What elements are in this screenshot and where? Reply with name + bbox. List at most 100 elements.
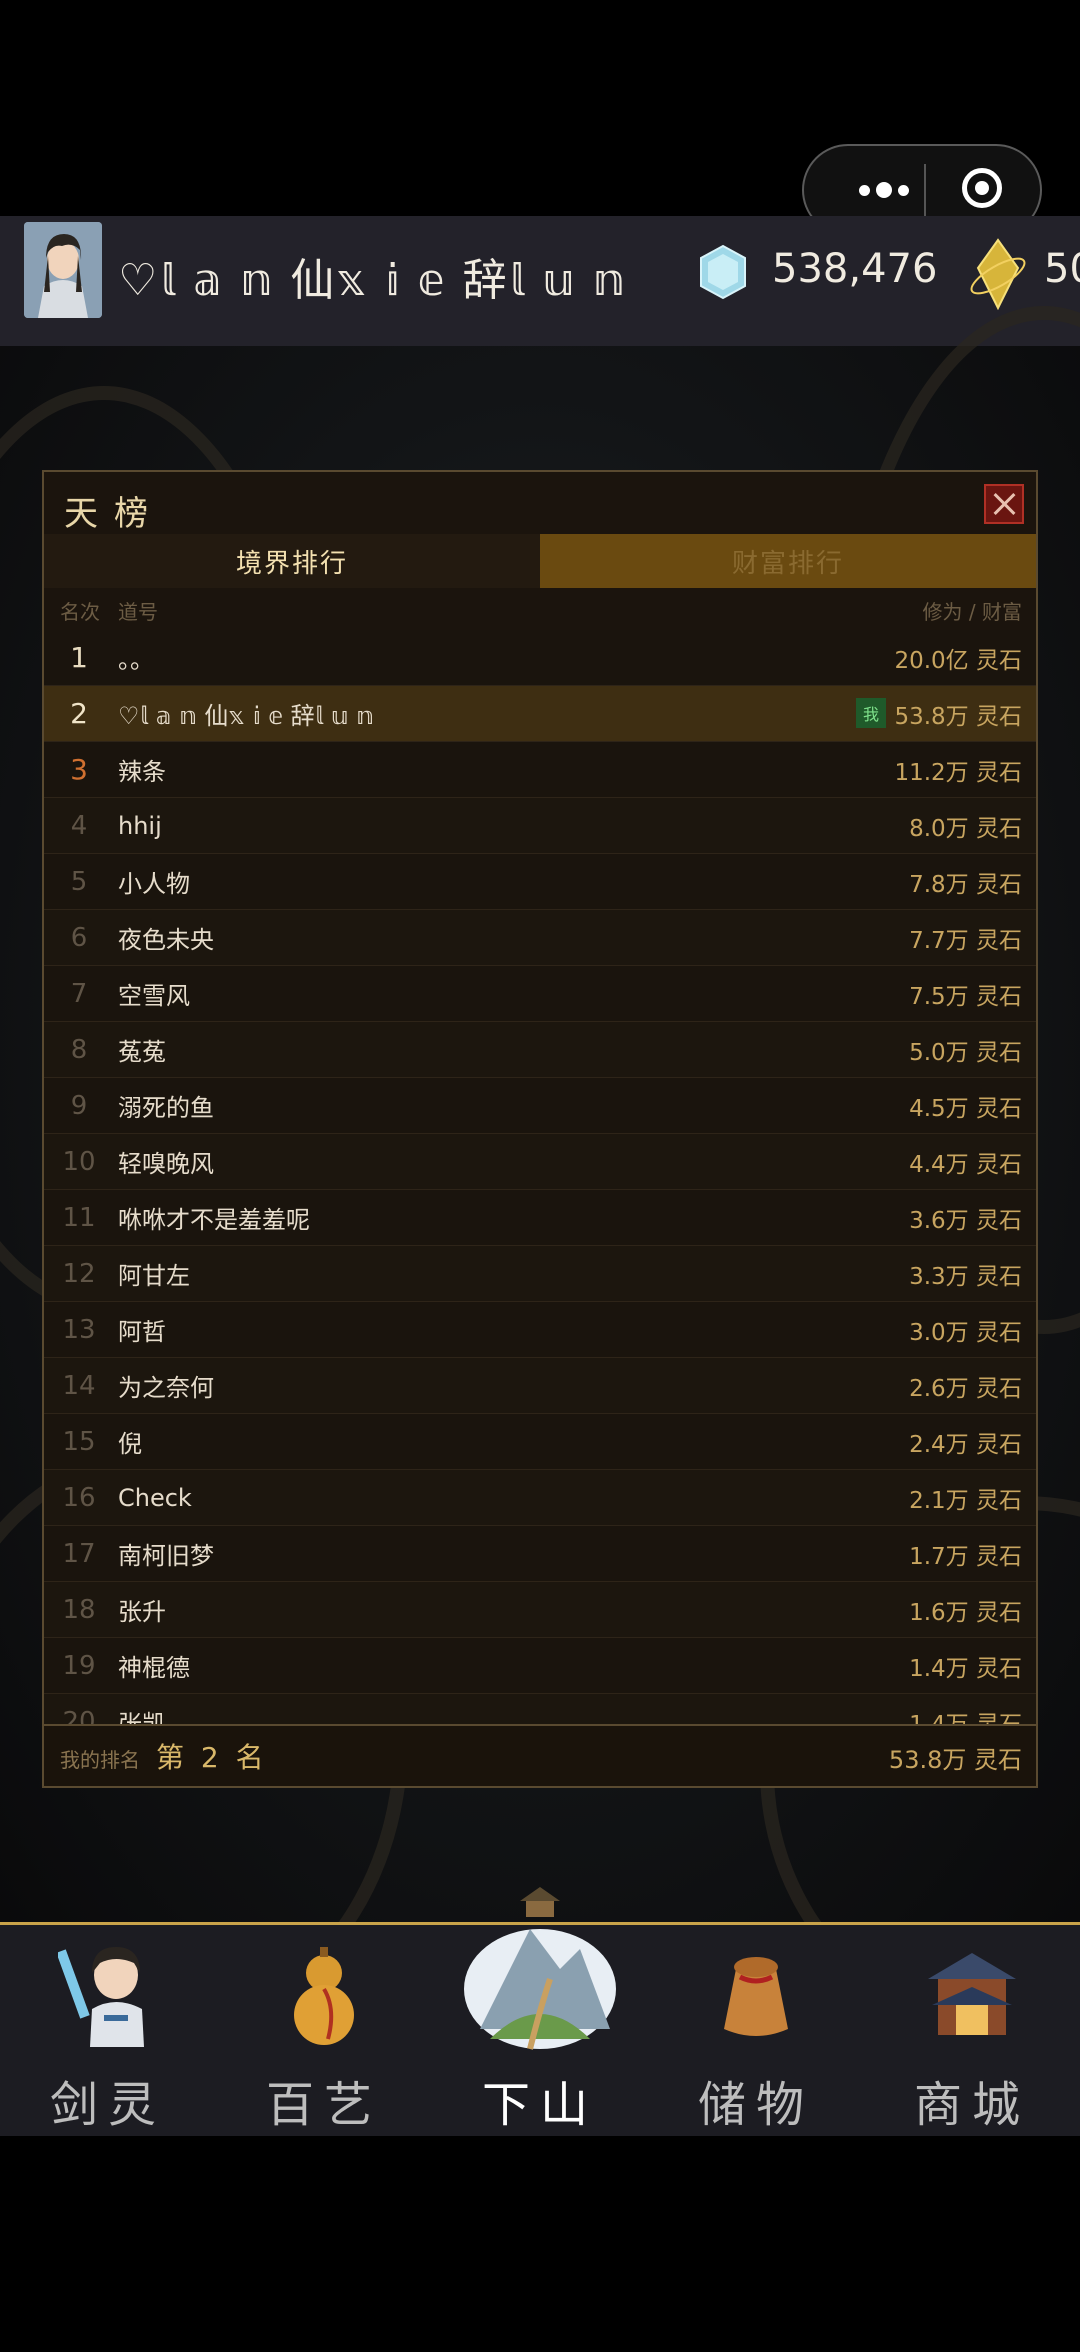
ranking-row[interactable]: 12 阿甘左 3.3万 灵石 bbox=[44, 1246, 1036, 1302]
gold-crystal-count: 50 bbox=[1044, 246, 1080, 292]
ranking-row[interactable]: 10 轻嗅晚风 4.4万 灵石 bbox=[44, 1134, 1036, 1190]
ranking-row[interactable]: 3 辣条 11.2万 灵石 bbox=[44, 742, 1036, 798]
panel-title: 天榜 bbox=[64, 494, 164, 534]
player-name: ♡𝕝 𝕒 𝕟 仙𝕩 𝕚 𝕖 辞𝕝 𝕦 𝕟 bbox=[118, 702, 374, 730]
rank-number: 12 bbox=[62, 1258, 96, 1289]
my-rank-value: 第 2 名 bbox=[156, 1741, 268, 1774]
nav-label: 下山 bbox=[481, 2077, 598, 2133]
rank-number: 2 bbox=[70, 697, 88, 730]
sword-spirit-icon bbox=[58, 1947, 144, 2047]
nav-item-shop[interactable]: 商城 bbox=[864, 1925, 1080, 2139]
player-name: 为之奈何 bbox=[118, 1374, 214, 1402]
nav-label: 商城 bbox=[913, 2077, 1030, 2133]
bag-icon bbox=[724, 1957, 788, 2036]
ranking-row[interactable]: 8 菟菟 5.0万 灵石 bbox=[44, 1022, 1036, 1078]
player-score: 7.5万 灵石 bbox=[909, 983, 1022, 1010]
ranking-list: 1 。。 20.0亿 灵石 2 ♡𝕝 𝕒 𝕟 仙𝕩 𝕚 𝕖 辞𝕝 𝕦 𝕟 我 53.8万 … bbox=[44, 630, 1036, 1750]
my-rank-label: 我的排名 bbox=[60, 1748, 140, 1772]
rank-number: 17 bbox=[62, 1538, 96, 1569]
player-name: Check bbox=[118, 1483, 192, 1512]
column-name: 道号 bbox=[118, 599, 158, 624]
player-name: 溺死的鱼 bbox=[118, 1094, 214, 1122]
ranking-row[interactable]: 17 南柯旧梦 1.7万 灵石 bbox=[44, 1526, 1036, 1582]
player-name: 辣条 bbox=[118, 758, 166, 786]
ranking-row-me[interactable]: 2 ♡𝕝 𝕒 𝕟 仙𝕩 𝕚 𝕖 辞𝕝 𝕦 𝕟 我 53.8万 灵石 bbox=[44, 686, 1036, 742]
player-score: 2.6万 灵石 bbox=[909, 1375, 1022, 1402]
nav-item-sword-spirit[interactable]: 剑灵 bbox=[0, 1925, 216, 2139]
rank-number: 19 bbox=[62, 1650, 96, 1681]
rank-number: 11 bbox=[62, 1202, 96, 1233]
ranking-row[interactable]: 9 溺死的鱼 4.5万 灵石 bbox=[44, 1078, 1036, 1134]
rank-number: 6 bbox=[70, 922, 88, 953]
rank-number: 9 bbox=[70, 1090, 88, 1121]
spirit-stone-icon bbox=[700, 244, 746, 300]
ranking-row[interactable]: 1 。。 20.0亿 灵石 bbox=[44, 630, 1036, 686]
player-score: 3.0万 灵石 bbox=[909, 1319, 1022, 1346]
player-name: 南柯旧梦 bbox=[118, 1542, 214, 1570]
player-score: 3.3万 灵石 bbox=[909, 1263, 1022, 1290]
tab-realm-ranking[interactable]: 境界排行 bbox=[44, 534, 540, 588]
nav-item-descend-mountain[interactable]: 下山 bbox=[432, 1887, 648, 2139]
player-name: 张升 bbox=[118, 1598, 166, 1626]
nav-label: 剑灵 bbox=[49, 2077, 166, 2133]
mountain-icon bbox=[464, 1887, 616, 2050]
shop-icon bbox=[928, 1953, 1016, 2035]
ranking-row[interactable]: 7 空雪风 7.5万 灵石 bbox=[44, 966, 1036, 1022]
player-name: 阿甘左 bbox=[118, 1262, 190, 1290]
nav-label: 储物 bbox=[697, 2077, 814, 2133]
player-name: 小人物 bbox=[118, 870, 190, 898]
ranking-row[interactable]: 15 倪 2.4万 灵石 bbox=[44, 1414, 1036, 1470]
player-score: 4.5万 灵石 bbox=[909, 1095, 1022, 1122]
ranking-row[interactable]: 13 阿哲 3.0万 灵石 bbox=[44, 1302, 1036, 1358]
leaderboard-panel: 天榜 境界排行 财富排行 名次 道号 修为 / 财富 1 。。 20.0亿 灵石 2… bbox=[42, 470, 1038, 1788]
player-name: 。。 bbox=[118, 646, 154, 674]
gold-crystal-icon bbox=[970, 238, 1026, 310]
me-badge: 我 bbox=[856, 698, 886, 728]
rank-number: 18 bbox=[62, 1594, 96, 1625]
player-score: 7.7万 灵石 bbox=[909, 927, 1022, 954]
player-name: 咻咻才不是羞羞呢 bbox=[118, 1206, 310, 1234]
rank-number: 16 bbox=[62, 1482, 96, 1513]
ranking-row[interactable]: 14 为之奈何 2.6万 灵石 bbox=[44, 1358, 1036, 1414]
player-score: 11.2万 灵石 bbox=[894, 759, 1022, 786]
player-score: 5.0万 灵石 bbox=[909, 1039, 1022, 1066]
player-score: 53.8万 灵石 bbox=[894, 703, 1022, 730]
player-name: 菟菟 bbox=[118, 1038, 166, 1066]
spirit-stone-count: 538,476 bbox=[772, 246, 938, 292]
player-score: 1.4万 灵石 bbox=[909, 1655, 1022, 1682]
player-name: 神棍德 bbox=[118, 1654, 190, 1682]
player-score: 4.4万 灵石 bbox=[909, 1151, 1022, 1178]
ranking-row[interactable]: 5 小人物 7.8万 灵石 bbox=[44, 854, 1036, 910]
ranking-row[interactable]: 6 夜色未央 7.7万 灵石 bbox=[44, 910, 1036, 966]
player-avatar[interactable] bbox=[24, 222, 102, 318]
ranking-row[interactable]: 4 hhij 8.0万 灵石 bbox=[44, 798, 1036, 854]
ranking-tabs: 境界排行 财富排行 bbox=[44, 534, 1036, 588]
player-name: 倪 bbox=[118, 1430, 142, 1458]
player-score: 3.6万 灵石 bbox=[909, 1207, 1022, 1234]
tab-wealth-ranking[interactable]: 财富排行 bbox=[540, 534, 1036, 588]
rank-number: 3 bbox=[70, 753, 88, 786]
gourd-icon bbox=[294, 1947, 354, 2045]
player-name: 轻嗅晚风 bbox=[118, 1150, 214, 1178]
rank-number: 14 bbox=[62, 1370, 96, 1401]
player-name: ♡𝕝 𝕒 𝕟 仙𝕩 𝕚 𝕖 辞𝕝 𝕦 𝕟 bbox=[118, 255, 627, 306]
player-name: hhij bbox=[118, 811, 162, 840]
nav-item-crafts[interactable]: 百艺 bbox=[216, 1925, 432, 2139]
nav-item-storage[interactable]: 储物 bbox=[648, 1925, 864, 2139]
close-miniprogram-icon[interactable] bbox=[962, 168, 1002, 208]
ranking-row[interactable]: 19 神棍德 1.4万 灵石 bbox=[44, 1638, 1036, 1694]
my-rank-score: 53.8万 灵石 bbox=[888, 1746, 1022, 1774]
player-score: 7.8万 灵石 bbox=[909, 871, 1022, 898]
rank-number: 10 bbox=[62, 1146, 96, 1177]
capsule-divider bbox=[924, 164, 926, 218]
ranking-row[interactable]: 11 咻咻才不是羞羞呢 3.6万 灵石 bbox=[44, 1190, 1036, 1246]
column-header: 名次 道号 修为 / 财富 bbox=[44, 588, 1036, 632]
column-rank: 名次 bbox=[60, 599, 100, 624]
ranking-row[interactable]: 16 Check 2.1万 灵石 bbox=[44, 1470, 1036, 1526]
rank-number: 5 bbox=[70, 866, 88, 897]
ranking-row[interactable]: 18 张升 1.6万 灵石 bbox=[44, 1582, 1036, 1638]
bottom-safe-area bbox=[0, 2136, 1080, 2352]
close-button[interactable] bbox=[984, 484, 1024, 524]
rank-number: 15 bbox=[62, 1426, 96, 1457]
my-rank-footer: 我的排名 第 2 名 53.8万 灵石 bbox=[44, 1724, 1036, 1786]
